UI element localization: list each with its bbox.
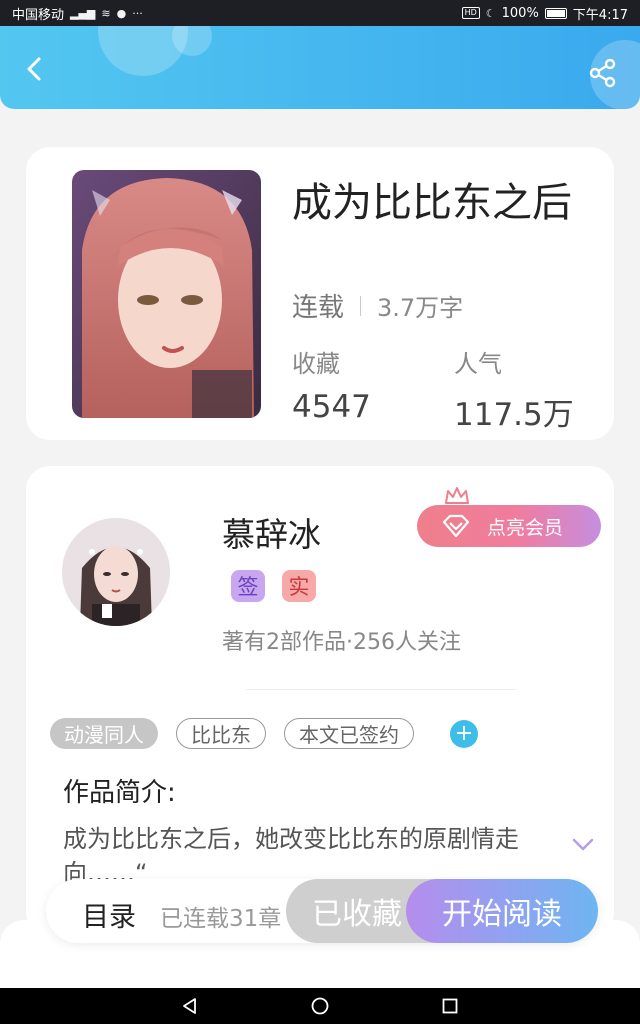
plus-icon: +: [454, 721, 474, 746]
add-tag-button[interactable]: +: [450, 719, 478, 748]
author-stats: 著有2部作品·256人关注: [222, 630, 461, 655]
serial-status: 连载: [292, 293, 345, 323]
signal-icon: ▂▄▆: [70, 6, 96, 20]
nav-back-icon[interactable]: [180, 996, 200, 1016]
share-icon: [589, 58, 616, 88]
tag-item[interactable]: 动漫同人: [50, 718, 158, 749]
signed-badge: 签: [231, 570, 265, 602]
meta-divider: [360, 295, 362, 316]
battery-percent: 100%: [501, 5, 539, 21]
start-reading-label: 开始阅读: [442, 897, 562, 932]
system-nav-bar: [0, 988, 640, 1024]
nav-recents-icon[interactable]: [440, 996, 460, 1016]
tag-list: 动漫同人 比比东 本文已签约 +: [50, 718, 478, 749]
diamond-icon: [442, 514, 470, 538]
nav-home-icon[interactable]: [310, 996, 330, 1016]
author-name: 慕辞冰: [222, 515, 321, 554]
status-bar: 中国移动 ▂▄▆ ≋ ● ··· HD ☾ 100% 下午4:17: [0, 0, 640, 26]
tag-item[interactable]: 比比东: [176, 718, 266, 749]
back-arrow-icon: [27, 57, 41, 81]
chapter-count: 已连载31章: [160, 906, 282, 932]
share-button[interactable]: [588, 58, 618, 88]
moon-icon: ☾: [485, 6, 496, 20]
popularity-label: 人气: [454, 350, 502, 378]
notification-icon: ●: [116, 6, 127, 20]
favorites-value: 4547: [292, 389, 371, 425]
battery-icon: [544, 7, 567, 19]
favorited-label: 已收藏: [312, 897, 402, 932]
intro-title: 作品简介:: [63, 778, 176, 808]
vip-button-label: 点亮会员: [487, 516, 564, 539]
toc-button[interactable]: 目录: [82, 895, 136, 934]
more-notifications-icon: ···: [132, 6, 143, 20]
author-avatar[interactable]: [62, 518, 170, 626]
chevron-down-icon[interactable]: [572, 838, 594, 852]
wifi-icon: ≋: [101, 6, 111, 20]
hd-icon: HD: [461, 7, 480, 19]
crown-icon: [445, 487, 469, 504]
divider: [246, 689, 516, 690]
book-info-card: 成为比比东之后 连载 3.7万字 收藏 人气 4547 117.5万: [26, 147, 614, 440]
action-bar: 目录 已连载31章 已收藏 开始阅读: [46, 879, 598, 943]
book-cover-image[interactable]: [72, 170, 261, 418]
author-card: 慕辞冰 点亮会员 签 实 著有2部作品·256人关注 动漫同人 比比东 本文已签…: [26, 466, 614, 936]
word-count: 3.7万字: [377, 294, 464, 322]
verified-badge: 实: [282, 570, 316, 602]
tag-item[interactable]: 本文已签约: [284, 718, 414, 749]
clock: 下午4:17: [572, 7, 628, 23]
back-button[interactable]: [22, 56, 48, 82]
book-meta: 连载 3.7万字: [292, 287, 463, 324]
book-title: 成为比比东之后: [292, 180, 572, 226]
start-reading-button[interactable]: 开始阅读: [406, 879, 598, 943]
favorites-label: 收藏: [292, 350, 340, 378]
vip-button[interactable]: 点亮会员: [417, 505, 601, 547]
popularity-value: 117.5万: [454, 397, 574, 433]
header-bar: [0, 26, 640, 109]
intro-text: 成为比比东之后，她改变比比东的原剧情走向……“: [63, 825, 519, 882]
carrier-label: 中国移动: [12, 7, 65, 23]
